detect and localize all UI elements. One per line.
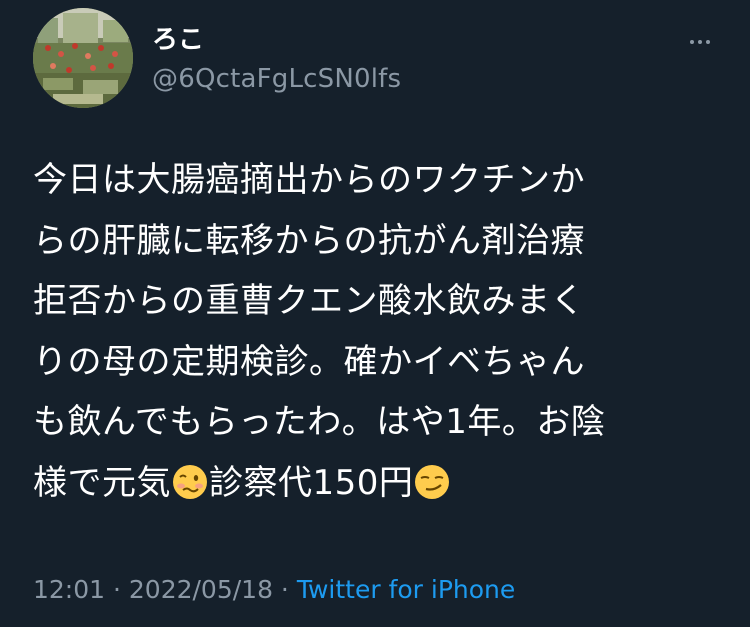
more-options-icon[interactable]	[680, 30, 720, 54]
tweet-metadata: 12:01 · 2022/05/18 · Twitter for iPhone	[33, 572, 515, 608]
meta-separator: ·	[272, 575, 297, 604]
tweet-time[interactable]: 12:01	[33, 575, 105, 604]
tweet-line: りの母の定期検診。確かイベちゃん	[33, 341, 585, 382]
tweet-line-last: 様で元気 診察代150円	[33, 453, 723, 514]
tweet-text: 今日は大腸癌摘出からのワクチンか らの肝臓に転移からの抗がん剤治療 拒否からの重…	[33, 150, 723, 513]
more-dot	[690, 40, 694, 44]
tweet-source-link[interactable]: Twitter for iPhone	[297, 575, 515, 604]
meta-separator: ·	[105, 575, 129, 604]
smirking-face-emoji-icon	[415, 464, 450, 499]
tweet-text-segment: 診察代150円	[209, 462, 414, 503]
tweet-line: 拒否からの重曹クエン酸水飲みまく	[33, 281, 585, 321]
tweet-text-segment: 様で元気	[33, 462, 171, 503]
username-handle[interactable]: @6QctaFgLcSN0lfs	[152, 63, 401, 95]
tweet-date[interactable]: 2022/05/18	[129, 575, 273, 604]
avatar-image	[33, 8, 133, 108]
tweet-line: らの肝臓に転移からの抗がん剤治療	[33, 220, 585, 261]
tweet-line: 今日は大腸癌摘出からのワクチンか	[33, 160, 585, 200]
more-dot	[698, 40, 702, 44]
display-name[interactable]: ろこ	[152, 24, 204, 56]
woozy-face-emoji-icon	[173, 464, 207, 499]
more-dot	[706, 40, 710, 44]
tweet-line: も飲んでもらったわ。はや1年。お陰	[33, 402, 606, 442]
avatar[interactable]	[33, 8, 133, 108]
